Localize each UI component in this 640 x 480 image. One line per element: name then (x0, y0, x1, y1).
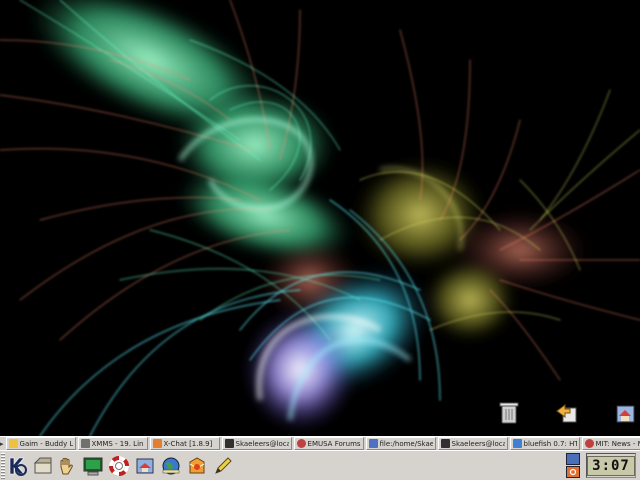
browser-icon (296, 439, 306, 448)
bluefish-icon (512, 439, 522, 448)
help-icon[interactable] (106, 453, 132, 479)
task-button[interactable]: file:/home/Skaele (365, 437, 436, 450)
gaim-icon (8, 439, 18, 448)
task-button[interactable]: bluefish 0.7: HTM (509, 437, 580, 450)
desktop-icon[interactable] (30, 453, 56, 479)
mail-icon[interactable] (184, 453, 210, 479)
terminal-icon (224, 439, 234, 448)
task-label: MIT: News - Moz (595, 439, 640, 448)
home-icon[interactable] (610, 398, 640, 428)
task-button[interactable]: Skaeleers@localh (437, 437, 508, 450)
trash-icon[interactable] (494, 398, 524, 428)
taskbar: ▸ Gaim - Buddy List XMMS - 19. Lin X-Cha… (0, 436, 640, 450)
clock-time: 3:07 (587, 455, 635, 476)
xmms-icon (80, 439, 90, 448)
task-label: X-Chat [1.8.9] (163, 439, 213, 448)
task-button[interactable]: EMUSA Forums (293, 437, 364, 450)
task-button[interactable]: Gaim - Buddy List (5, 437, 76, 450)
terminal-icon[interactable] (80, 453, 106, 479)
task-label: Skaeleers@localh (235, 439, 289, 448)
task-button[interactable]: XMMS - 19. Lin (77, 437, 148, 450)
browser-icon (584, 439, 594, 448)
task-label: Skaeleers@localh (451, 439, 505, 448)
task-button[interactable]: MIT: News - Moz (581, 437, 640, 450)
task-button[interactable]: Skaeleers@localh (221, 437, 292, 450)
editor-icon[interactable] (210, 453, 236, 479)
share-icon[interactable] (552, 398, 582, 428)
terminal-icon (440, 439, 450, 448)
hand-icon[interactable] (54, 453, 80, 479)
task-label: XMMS - 19. Lin (91, 439, 144, 448)
browser-icon[interactable] (158, 453, 184, 479)
file-manager-icon[interactable] (132, 453, 158, 479)
taskbar-scroll-arrow[interactable]: ▸ (0, 437, 4, 450)
task-label: file:/home/Skaele (379, 439, 433, 448)
task-button[interactable]: X-Chat [1.8.9] (149, 437, 220, 450)
clock[interactable]: 3:07 (586, 453, 636, 478)
kde-menu-icon[interactable] (4, 453, 30, 479)
kicker-panel: 3:07 (0, 450, 640, 480)
folder-icon (368, 439, 378, 448)
desktop-wallpaper (0, 0, 640, 436)
task-label: bluefish 0.7: HTM (523, 439, 577, 448)
task-label: Gaim - Buddy List (19, 439, 73, 448)
xchat-icon (152, 439, 162, 448)
desktop-pager-2[interactable] (566, 466, 580, 478)
task-label: EMUSA Forums (307, 439, 361, 448)
desktop-pager-1[interactable] (566, 453, 580, 465)
